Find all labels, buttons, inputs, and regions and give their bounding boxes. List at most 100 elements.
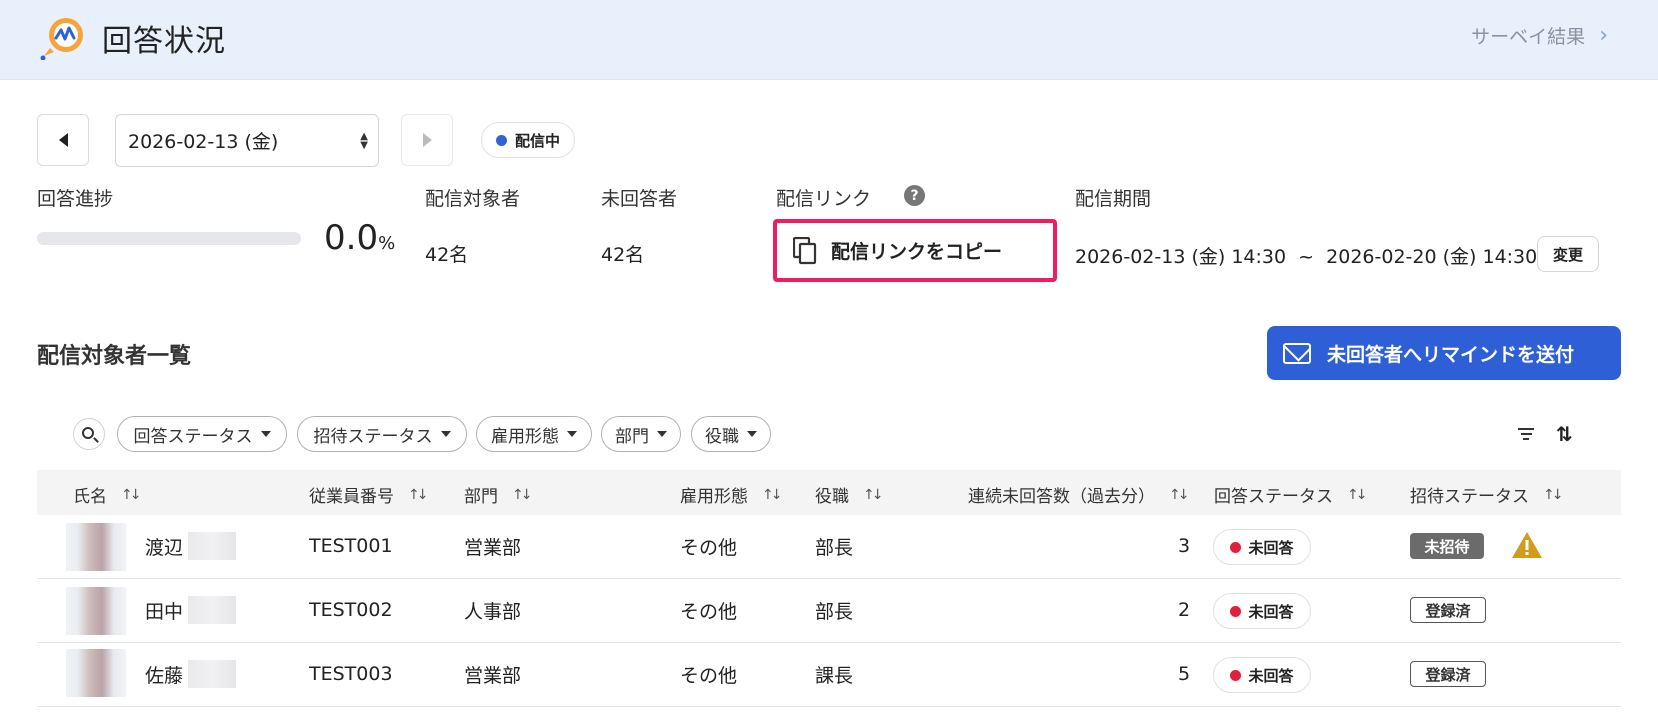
column-header-employment[interactable]: 雇用形態 ↑↓ (680, 482, 783, 508)
column-header-streak[interactable]: 連続未回答数（過去分） ↑↓ (968, 482, 1190, 508)
name-redacted (188, 660, 236, 688)
triangle-right-icon (422, 133, 432, 147)
filter-label: 招待ステータス (313, 426, 433, 447)
sort-arrows-icon: ↑↓ (1543, 486, 1564, 503)
sort-arrows-icon: ↑↓ (512, 486, 533, 503)
sort-icon[interactable]: ⇅ (1556, 422, 1573, 446)
row-streak: 2 (1178, 599, 1191, 621)
send-reminder-label: 未回答者へリマインドを送付 (1327, 343, 1575, 366)
sort-arrows-icon: ↑↓ (1169, 486, 1190, 503)
progress-label: 回答進捗 (37, 188, 114, 210)
row-employment: その他 (680, 665, 738, 687)
row-employment: その他 (680, 537, 738, 559)
column-label: 招待ステータス (1410, 487, 1529, 507)
caret-down-icon (260, 431, 271, 437)
sort-arrows-icon: ↑↓ (408, 486, 429, 503)
caret-down-icon (440, 431, 451, 437)
search-button[interactable] (73, 418, 105, 450)
row-employee-id: TEST001 (309, 535, 393, 557)
avatar (66, 523, 126, 571)
copy-link-label: 配信リンクをコピー (831, 241, 1003, 263)
row-streak: 5 (1178, 663, 1191, 685)
filter-label: 部門 (615, 426, 649, 447)
warning-icon[interactable] (1510, 530, 1544, 560)
survey-results-link[interactable]: サーベイ結果 › (1471, 22, 1608, 49)
caret-down-icon (747, 431, 757, 437)
progress-value: 0.0% (324, 218, 395, 258)
row-employee-id: TEST003 (309, 663, 393, 685)
column-header-name[interactable]: 氏名 ↑↓ (73, 482, 142, 508)
column-header-response-status[interactable]: 回答ステータス ↑↓ (1214, 482, 1368, 508)
response-status-label: 未回答 (1248, 602, 1294, 621)
name-redacted (188, 596, 236, 624)
column-header-employee-id[interactable]: 従業員番号 ↑↓ (309, 482, 429, 508)
progress-bar (37, 232, 301, 245)
targets-label: 配信対象者 (425, 188, 521, 210)
sort-arrows-icon: ↑↓ (863, 486, 884, 503)
filter-position[interactable]: 役職 (691, 416, 771, 452)
caret-down-icon (567, 431, 577, 437)
name-redacted (188, 532, 236, 560)
column-label: 部門 (464, 487, 498, 507)
filter-department[interactable]: 部門 (601, 416, 681, 452)
send-reminder-button[interactable]: 未回答者へリマインドを送付 (1267, 326, 1621, 380)
column-label: 雇用形態 (680, 487, 748, 507)
column-label: 氏名 (73, 487, 107, 507)
row-department: 営業部 (464, 665, 522, 687)
column-label: 役職 (815, 487, 849, 507)
column-header-department[interactable]: 部門 ↑↓ (464, 482, 533, 508)
status-dot-icon (1230, 605, 1242, 617)
list-title: 配信対象者一覧 (37, 344, 192, 369)
next-date-button[interactable] (401, 114, 453, 166)
survey-results-label: サーベイ結果 (1471, 26, 1586, 48)
column-label: 回答ステータス (1214, 487, 1333, 507)
column-label: 従業員番号 (309, 487, 394, 507)
status-dot-icon (1230, 669, 1242, 681)
row-name: 佐藤 (145, 665, 184, 687)
date-select[interactable]: 2026-02-13 (金) ▲ ▼ (115, 114, 379, 167)
row-department: 営業部 (464, 537, 522, 559)
avatar (66, 587, 126, 635)
page-header: 回答状況 サーベイ結果 › (0, 0, 1658, 80)
delivery-link-label: 配信リンク (776, 188, 872, 210)
copy-link-button[interactable]: 配信リンクをコピー (773, 219, 1057, 282)
filter-response-status[interactable]: 回答ステータス (117, 416, 287, 452)
response-status-label: 未回答 (1248, 538, 1294, 557)
filter-label: 回答ステータス (133, 426, 253, 447)
filter-label: 雇用形態 (491, 426, 559, 447)
column-header-invite-status[interactable]: 招待ステータス ↑↓ (1410, 482, 1564, 508)
row-position: 課長 (815, 665, 854, 687)
filter-line (1520, 433, 1532, 435)
sort-arrows-icon: ↑↓ (762, 486, 783, 503)
mail-icon (1283, 342, 1311, 364)
row-name: 田中 (145, 601, 184, 623)
response-status-badge: 未回答 (1213, 657, 1311, 693)
invite-status-badge: 登録済 (1410, 661, 1486, 687)
search-icon (82, 427, 94, 439)
select-updown-icon: ▲ ▼ (360, 131, 368, 151)
column-header-position[interactable]: 役職 ↑↓ (815, 482, 884, 508)
targets-value: 42名 (425, 244, 469, 266)
caret-down-icon (657, 431, 667, 437)
status-dot-icon (496, 134, 507, 146)
change-period-button[interactable]: 変更 (1537, 236, 1599, 272)
filter-lines-icon[interactable] (1517, 428, 1535, 442)
status-dot-icon (1230, 541, 1242, 553)
triangle-left-icon (58, 133, 68, 147)
response-status-label: 未回答 (1248, 666, 1294, 685)
column-label: 連続未回答数（過去分） (968, 487, 1155, 507)
response-status-badge: 未回答 (1213, 529, 1311, 565)
sort-arrows-icon: ↑↓ (121, 486, 142, 503)
date-select-value: 2026-02-13 (金) (128, 131, 279, 153)
invite-status-badge: 未招待 (1410, 533, 1484, 559)
chevron-right-icon: › (1599, 23, 1608, 48)
filter-invite-status[interactable]: 招待ステータス (297, 416, 467, 452)
unanswered-label: 未回答者 (601, 188, 678, 210)
app-logo-icon (40, 18, 83, 60)
prev-date-button[interactable] (37, 114, 89, 166)
page-title: 回答状況 (102, 24, 226, 59)
help-icon[interactable]: ? (904, 185, 925, 206)
copy-icon (793, 236, 817, 264)
filter-label: 役職 (705, 426, 739, 447)
filter-employment-type[interactable]: 雇用形態 (476, 416, 592, 452)
